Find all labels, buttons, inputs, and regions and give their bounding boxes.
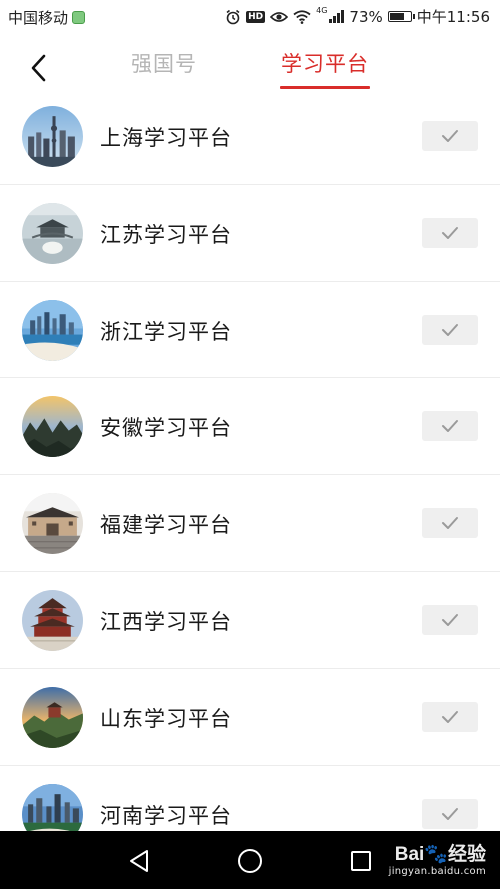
- platform-row[interactable]: 江苏学习平台: [0, 185, 500, 282]
- battery-percent: 73%: [349, 7, 383, 26]
- back-button[interactable]: [18, 50, 58, 86]
- platform-row[interactable]: 福建学习平台: [0, 475, 500, 572]
- fujian-tulou-image: [22, 493, 83, 555]
- checkmark-icon: [442, 323, 458, 336]
- signal-icon: [329, 10, 345, 23]
- paw-icon: 🐾: [424, 844, 448, 865]
- shanghai-skyline-image: [22, 106, 83, 167]
- platform-name: 福建学习平台: [100, 513, 232, 538]
- alarm-icon: [226, 9, 240, 24]
- platform-name: 浙江学习平台: [100, 319, 232, 344]
- subscribed-check-button[interactable]: [422, 411, 478, 442]
- anhui-mountain-image: [22, 396, 83, 458]
- checkmark-icon: [442, 710, 458, 723]
- nav-recents-button[interactable]: [345, 845, 377, 877]
- platform-row[interactable]: 山东学习平台: [0, 669, 500, 766]
- tab-qiangguohao[interactable]: 强国号: [131, 48, 197, 78]
- watermark-url: jingyan.baidu.com: [388, 866, 486, 877]
- platform-row[interactable]: 浙江学习平台: [0, 282, 500, 379]
- hd-icon: HD: [246, 10, 266, 23]
- sim-card-icon: [72, 11, 86, 24]
- platform-name: 河南学习平台: [100, 803, 232, 828]
- status-bar: 中国移动 HD 4G 73% 中午11:56: [0, 0, 500, 34]
- carrier-group: 中国移动: [8, 7, 86, 28]
- recents-square-icon: [351, 851, 371, 871]
- checkmark-icon: [442, 613, 458, 626]
- carrier-name: 中国移动: [8, 9, 69, 27]
- status-icons: HD 4G 73% 中午11:56: [225, 6, 490, 27]
- subscribed-check-button[interactable]: [422, 508, 478, 539]
- wifi-icon: [293, 9, 311, 24]
- platform-name: 山东学习平台: [100, 706, 232, 731]
- tab-learning-platform[interactable]: 学习平台: [281, 48, 369, 78]
- battery-icon: [387, 11, 415, 22]
- network-type: 4G: [316, 6, 328, 15]
- checkmark-icon: [442, 517, 458, 530]
- platform-name: 江西学习平台: [100, 609, 232, 634]
- clock: 中午11:56: [416, 8, 490, 26]
- shandong-mountain-image: [22, 686, 83, 748]
- subscribed-check-button[interactable]: [422, 701, 478, 732]
- watermark-brand-suffix: 经验: [447, 844, 486, 865]
- system-nav-bar: Bai🐾经验 jingyan.baidu.com: [0, 831, 500, 889]
- platform-row[interactable]: 江西学习平台: [0, 572, 500, 669]
- subscribed-check-button[interactable]: [422, 798, 478, 829]
- platform-list: 上海学习平台 江苏学习平台 浙江学习平台 安徽学习平台 福建学习平台 江西学习平台 山东学习…: [0, 88, 500, 863]
- checkmark-icon: [442, 807, 458, 820]
- eye-icon: [270, 11, 289, 22]
- platform-name: 上海学习平台: [100, 126, 232, 150]
- checkmark-icon: [442, 226, 458, 239]
- platform-row[interactable]: 上海学习平台: [0, 88, 500, 185]
- subscribed-check-button[interactable]: [422, 217, 478, 248]
- checkmark-icon: [442, 420, 458, 433]
- platform-name: 江苏学习平台: [100, 222, 232, 247]
- watermark-brand: Bai: [394, 844, 425, 865]
- jiangxi-tower-image: [22, 589, 83, 651]
- jiangsu-pavilion-image: [22, 202, 83, 264]
- back-triangle-icon: [130, 850, 148, 872]
- zhejiang-coast-image: [22, 299, 83, 361]
- battery-fill: [389, 13, 404, 20]
- baidu-jingyan-watermark: Bai🐾经验 jingyan.baidu.com: [389, 839, 486, 877]
- subscribed-check-button[interactable]: [422, 604, 478, 635]
- nav-home-button[interactable]: [234, 845, 266, 877]
- platform-row[interactable]: 安徽学习平台: [0, 378, 500, 476]
- platform-name: 安徽学习平台: [100, 416, 232, 441]
- subscribed-check-button[interactable]: [422, 314, 478, 345]
- home-circle-icon: [238, 849, 262, 873]
- subscribed-check-button[interactable]: [422, 121, 478, 151]
- chevron-left-icon: [31, 54, 46, 82]
- nav-back-button[interactable]: [123, 845, 155, 877]
- checkmark-icon: [442, 130, 458, 142]
